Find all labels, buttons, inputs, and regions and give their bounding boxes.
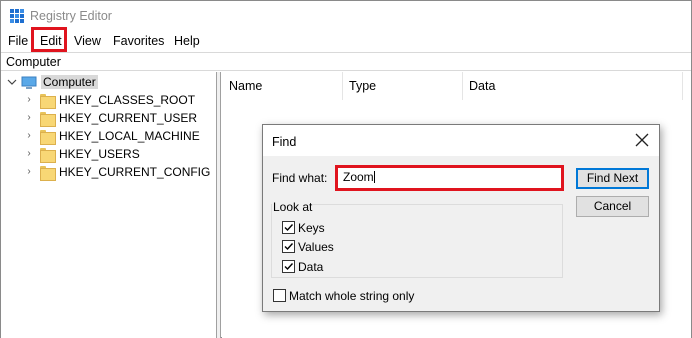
menu-view[interactable]: View [74,34,101,48]
window-title: Registry Editor [30,9,112,23]
tree-item-label: HKEY_CLASSES_ROOT [59,93,196,107]
tree-item-label: Computer [41,75,98,89]
keys-checkbox-label: Keys [298,221,325,235]
tree-item-hklm[interactable]: › HKEY_LOCAL_MACHINE [1,128,216,146]
menu-file[interactable]: File [8,34,28,48]
tree-item-label: HKEY_CURRENT_USER [59,111,198,125]
tree-item-computer[interactable]: Computer [1,74,216,92]
find-dialog-title: Find [272,135,297,149]
column-divider[interactable] [682,72,683,100]
values-checkbox[interactable] [282,240,295,253]
data-checkbox[interactable] [282,260,295,273]
column-header-type[interactable]: Type [349,79,376,93]
find-dialog-title-bar[interactable]: Find [263,125,659,156]
tree-item-hkcr[interactable]: › HKEY_CLASSES_ROOT [1,92,216,110]
tree-pane[interactable]: Computer › HKEY_CLASSES_ROOT › HKEY_CURR… [1,72,216,338]
folder-icon [40,166,56,181]
column-header-data[interactable]: Data [469,79,495,93]
menu-bar: File Edit View Favorites Help [1,31,691,51]
chevron-right-icon[interactable]: › [23,130,35,142]
look-at-label: Look at [272,200,314,214]
find-what-value: Zoom [343,170,374,184]
tree-item-hkcc[interactable]: › HKEY_CURRENT_CONFIG [1,164,216,182]
address-path: Computer [6,55,61,69]
checkmark-icon [284,224,294,232]
pane-splitter[interactable] [216,72,221,338]
tree-item-hku[interactable]: › HKEY_USERS [1,146,216,164]
text-caret [373,171,375,183]
title-bar[interactable]: Registry Editor [1,1,691,31]
find-dialog: Find Find what: Zoom Find Next Cancel Lo… [262,124,660,312]
tree-item-label: HKEY_USERS [59,147,140,161]
find-what-input[interactable]: Zoom [335,165,564,191]
cancel-button[interactable]: Cancel [576,196,649,217]
chevron-right-icon[interactable]: › [23,94,35,106]
checkmark-icon [284,263,294,271]
edit-menu-highlight-box [31,27,67,52]
column-divider[interactable] [342,72,343,100]
menu-favorites[interactable]: Favorites [113,34,164,48]
find-next-button[interactable]: Find Next [576,168,649,189]
match-whole-string-checkbox[interactable] [273,289,286,302]
column-divider[interactable] [462,72,463,100]
registry-editor-app-icon [10,9,24,23]
folder-icon [40,94,56,109]
checkmark-icon [284,243,294,251]
chevron-down-icon[interactable] [6,76,18,88]
keys-checkbox[interactable] [282,221,295,234]
folder-icon [40,112,56,127]
folder-icon [40,148,56,163]
tree-item-hkcu[interactable]: › HKEY_CURRENT_USER [1,110,216,128]
match-whole-string-label: Match whole string only [289,289,415,303]
tree-item-label: HKEY_LOCAL_MACHINE [59,129,200,143]
address-bar[interactable]: Computer [1,52,691,71]
chevron-right-icon[interactable]: › [23,166,35,178]
data-checkbox-label: Data [298,260,324,274]
values-checkbox-label: Values [298,240,334,254]
tree-item-label: HKEY_CURRENT_CONFIG [59,165,211,179]
menu-help[interactable]: Help [174,34,200,48]
close-icon[interactable] [633,131,651,149]
chevron-right-icon[interactable]: › [23,112,35,124]
computer-icon [21,76,37,89]
column-header-name[interactable]: Name [229,79,262,93]
find-what-label: Find what: [272,171,328,185]
folder-icon [40,130,56,145]
chevron-right-icon[interactable]: › [23,148,35,160]
